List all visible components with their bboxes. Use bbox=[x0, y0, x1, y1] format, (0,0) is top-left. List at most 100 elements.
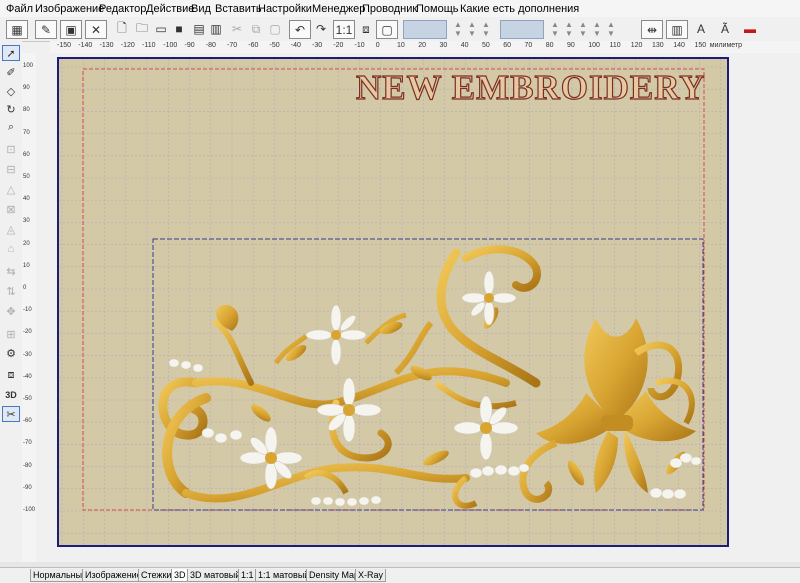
pearl-bead bbox=[673, 488, 687, 500]
h-ruler-tick: -70 bbox=[227, 42, 238, 49]
tool-6-icon[interactable]: ⊡ bbox=[2, 141, 20, 157]
select-icon[interactable]: ➚ bbox=[2, 45, 20, 61]
v-ruler-tick: -80 bbox=[23, 462, 32, 469]
stitch-icon[interactable]: ✂ bbox=[2, 406, 20, 422]
increase-icon[interactable]: ▲ bbox=[481, 20, 491, 29]
menu-file[interactable]: Файл bbox=[6, 2, 33, 16]
tab-3d-matte[interactable]: 3D матовый bbox=[187, 569, 244, 582]
save-as-icon[interactable]: ▤ bbox=[190, 20, 208, 38]
copy-icon[interactable]: ⧉ bbox=[247, 20, 265, 38]
tool-17-icon[interactable]: ⧈ bbox=[2, 367, 20, 383]
tab-1to1-matte[interactable]: 1:1 матовый bbox=[255, 569, 313, 582]
add-image-icon[interactable]: ✎ bbox=[35, 20, 57, 39]
increase-icon[interactable]: ▲ bbox=[467, 20, 477, 29]
redo-icon[interactable]: ↷ bbox=[312, 20, 330, 38]
menu-addons[interactable]: Какие есть дополнения bbox=[460, 2, 579, 16]
print-icon[interactable]: ▥ bbox=[207, 20, 225, 38]
mirror-icon[interactable]: ⇹ bbox=[641, 20, 663, 39]
color-field-1[interactable] bbox=[403, 20, 447, 39]
decrease-icon[interactable]: ▼ bbox=[453, 29, 463, 38]
stop-icon[interactable]: ▬ bbox=[741, 20, 759, 38]
menu-editor[interactable]: Редактор bbox=[99, 2, 146, 16]
tab-1to1[interactable]: 1:1 bbox=[238, 569, 257, 582]
pearl-bead bbox=[661, 488, 675, 500]
tab-stitches[interactable]: Стежки bbox=[138, 569, 175, 582]
open-design-icon[interactable]: ▦ bbox=[6, 20, 28, 39]
increase-icon[interactable]: ▲ bbox=[453, 20, 463, 29]
decrease-icon[interactable]: ▼ bbox=[467, 29, 477, 38]
menu-insert[interactable]: Вставить bbox=[215, 2, 262, 16]
h-ruler-tick: -150 bbox=[57, 42, 72, 49]
text-a-icon[interactable]: A bbox=[692, 20, 710, 38]
menu-manager[interactable]: Менеджер bbox=[312, 2, 365, 16]
tab-image[interactable]: Изображение bbox=[82, 569, 145, 582]
menu-settings[interactable]: Настройки bbox=[258, 2, 312, 16]
tab-3d[interactable]: 3D bbox=[171, 569, 189, 582]
decrease-icon[interactable]: ▼ bbox=[550, 29, 560, 38]
open-file-icon[interactable]: 🗀 bbox=[133, 20, 151, 38]
decrease-icon[interactable]: ▼ bbox=[578, 29, 588, 38]
actual-size-icon[interactable]: 1:1 bbox=[333, 20, 355, 39]
menu-view[interactable]: Вид bbox=[191, 2, 211, 16]
decrease-icon[interactable]: ▼ bbox=[606, 29, 616, 38]
h-ruler-tick: -80 bbox=[205, 42, 216, 49]
zoom-icon[interactable]: ⌕ bbox=[2, 119, 20, 135]
open-folder-icon[interactable]: ▭ bbox=[152, 20, 170, 38]
h-ruler-tick: 20 bbox=[418, 42, 427, 49]
h-ruler-tick: 100 bbox=[588, 42, 600, 49]
v-ruler-tick: 90 bbox=[23, 85, 30, 92]
paste-icon[interactable]: ▢ bbox=[266, 20, 284, 38]
increase-icon[interactable]: ▲ bbox=[550, 20, 560, 29]
text-b-icon[interactable]: Ã bbox=[716, 20, 734, 38]
tool-15-icon[interactable]: ⊞ bbox=[2, 326, 20, 342]
increase-icon[interactable]: ▲ bbox=[592, 20, 602, 29]
image-settings-icon[interactable]: ▣ bbox=[60, 20, 82, 39]
tool-10-icon[interactable]: ◬ bbox=[2, 221, 20, 237]
h-ruler-tick: -100 bbox=[163, 42, 178, 49]
increase-icon[interactable]: ▲ bbox=[578, 20, 588, 29]
new-icon[interactable]: 🗋 bbox=[113, 20, 131, 38]
tool-16-icon[interactable]: ⚙ bbox=[2, 345, 20, 361]
edit-icon[interactable]: ✐ bbox=[2, 64, 20, 80]
tool-13-icon[interactable]: ⇅ bbox=[2, 283, 20, 299]
3d-icon[interactable]: 3D bbox=[2, 387, 20, 403]
decrease-icon[interactable]: ▼ bbox=[481, 29, 491, 38]
h-ruler-tick: -110 bbox=[142, 42, 156, 49]
h-ruler-tick: 130 bbox=[652, 42, 664, 49]
decrease-icon[interactable]: ▼ bbox=[564, 29, 574, 38]
h-ruler-tick: -120 bbox=[120, 42, 135, 49]
pearl-bead bbox=[334, 497, 346, 507]
remove-background-icon[interactable]: ✕ bbox=[85, 20, 107, 39]
cut-icon[interactable]: ✂ bbox=[228, 20, 246, 38]
h-ruler-tick: -50 bbox=[269, 42, 280, 49]
tab-density-map[interactable]: Density Map bbox=[306, 569, 363, 582]
menu-explorer[interactable]: Проводник bbox=[362, 2, 417, 16]
tool-11-icon[interactable]: ⌂ bbox=[2, 241, 20, 257]
menu-image[interactable]: Изображение bbox=[35, 2, 104, 16]
align-icon[interactable]: ▥ bbox=[666, 20, 688, 39]
tool-8-icon[interactable]: △ bbox=[2, 181, 20, 197]
tab-xray[interactable]: X-Ray bbox=[355, 569, 387, 582]
rotate-icon[interactable]: ↻ bbox=[2, 101, 20, 117]
zoom-fit-icon[interactable]: ⧈ bbox=[357, 20, 375, 38]
shape-icon[interactable]: ◇ bbox=[2, 83, 20, 99]
increase-icon[interactable]: ▲ bbox=[606, 20, 616, 29]
tool-9-icon[interactable]: ⊠ bbox=[2, 201, 20, 217]
undo-icon[interactable]: ↶ bbox=[289, 20, 311, 39]
menu-help[interactable]: Помощь bbox=[416, 2, 459, 16]
hoop-icon[interactable]: ▢ bbox=[376, 20, 398, 39]
increase-icon[interactable]: ▲ bbox=[564, 20, 574, 29]
menu-action[interactable]: Действие bbox=[146, 2, 194, 16]
left-toolbar: ➚ ✐ ◇ ↻ ⌕ ⊡ ⊟ △ ⊠ ◬ ⌂ ⇆ ⇅ ✥ ⊞ ⚙ ⧈ 3D ✂ bbox=[0, 41, 22, 562]
tool-7-icon[interactable]: ⊟ bbox=[2, 161, 20, 177]
menu-bar: Файл Изображение Редактор Действие Вид В… bbox=[0, 0, 800, 17]
decrease-icon[interactable]: ▼ bbox=[592, 29, 602, 38]
tool-12-icon[interactable]: ⇆ bbox=[2, 263, 20, 279]
tool-14-icon[interactable]: ✥ bbox=[2, 303, 20, 319]
pearl-bead bbox=[346, 497, 358, 507]
embroidery-canvas[interactable]: NEW EMBROIDERY bbox=[36, 53, 800, 562]
color-field-2[interactable] bbox=[500, 20, 544, 39]
v-ruler-tick: -70 bbox=[23, 440, 32, 447]
design-canvas[interactable]: NEW EMBROIDERY bbox=[36, 53, 800, 562]
save-icon[interactable]: ■ bbox=[170, 20, 188, 38]
